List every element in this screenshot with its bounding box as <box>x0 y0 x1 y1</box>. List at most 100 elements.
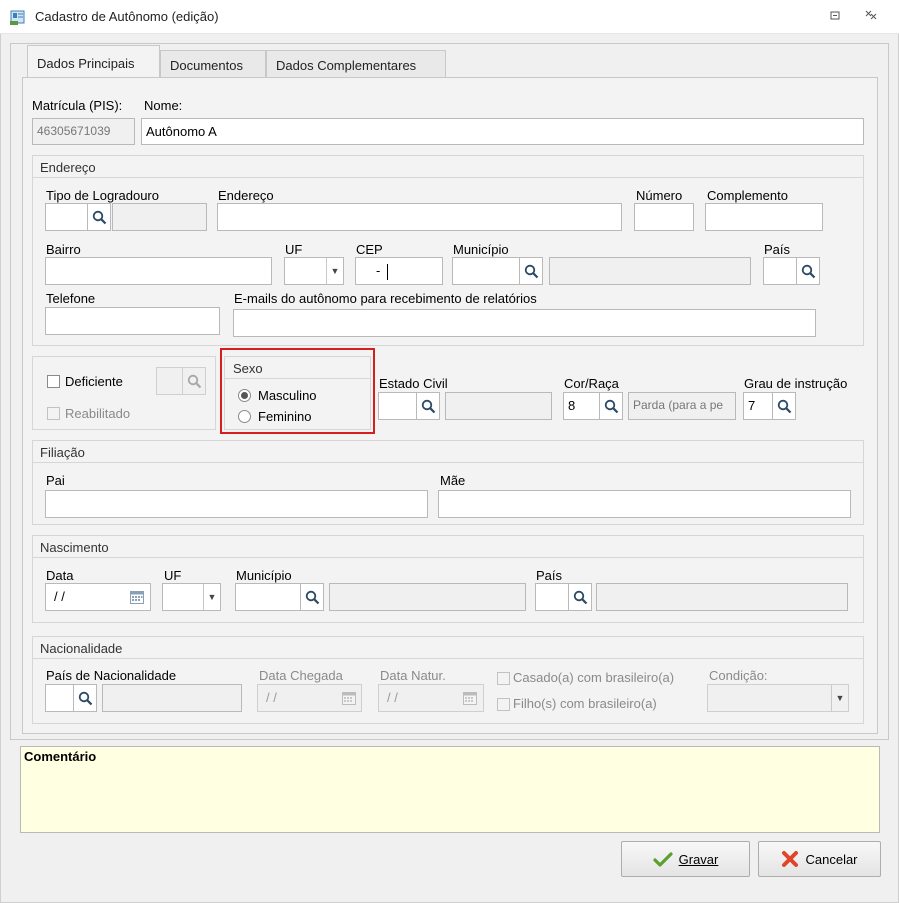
cep-label: CEP <box>356 242 383 257</box>
pais-nascimento-code[interactable] <box>535 583 569 611</box>
search-icon <box>305 590 319 604</box>
chevron-down-icon: ▼ <box>835 693 845 703</box>
search-icon <box>573 590 587 604</box>
uf-nascimento-dropdown-button[interactable]: ▼ <box>203 584 220 610</box>
search-icon <box>78 691 92 705</box>
deficiente-checkbox[interactable] <box>47 375 60 388</box>
uf-dropdown-button[interactable]: ▼ <box>326 258 343 284</box>
condicao-dropdown-button: ▼ <box>831 685 848 711</box>
data-natur-label: Data Natur. <box>380 668 446 683</box>
nome-label: Nome: <box>144 98 183 113</box>
search-icon <box>187 374 201 388</box>
uf-nascimento-label: UF <box>164 568 182 583</box>
estado-civil-search-button[interactable] <box>416 392 440 420</box>
filiacao-group-header: Filiação <box>33 441 863 463</box>
tab-label: Dados Complementares <box>276 58 417 73</box>
cor-raca-search-button[interactable] <box>599 392 623 420</box>
pais-nacionalidade-code[interactable] <box>45 684 74 712</box>
cor-raca-code[interactable]: 8 <box>563 392 600 420</box>
cancelar-button[interactable]: Cancelar <box>758 841 881 877</box>
search-icon <box>92 210 106 224</box>
cor-raca-desc: Parda (para a pe <box>628 392 736 420</box>
deficiencia-code <box>156 367 183 395</box>
pais-code[interactable] <box>763 257 797 285</box>
tab-dados-principais[interactable]: Dados Principais <box>27 45 160 77</box>
comentario-textarea[interactable]: Comentário <box>20 746 880 833</box>
municipio-nascimento-search-button[interactable] <box>300 583 324 611</box>
pais-nascimento-desc <box>596 583 848 611</box>
numero-label: Número <box>636 188 683 203</box>
municipio-label: Município <box>453 242 509 257</box>
window-title: Cadastro de Autônomo (edição) <box>35 9 219 24</box>
search-icon <box>421 399 435 413</box>
gravar-button[interactable]: Gravar <box>621 841 750 877</box>
text-cursor <box>387 263 389 280</box>
pai-field[interactable] <box>45 490 428 518</box>
telefone-field[interactable] <box>45 307 220 335</box>
cep-value: - <box>376 263 381 278</box>
highlight-box <box>220 348 375 434</box>
search-icon <box>524 264 538 278</box>
search-icon <box>604 399 618 413</box>
deficiente-label: Deficiente <box>65 374 123 389</box>
endereco-field[interactable] <box>217 203 622 231</box>
cancelar-label: Cancelar <box>805 851 858 867</box>
bairro-field[interactable] <box>45 257 272 285</box>
grau-instrucao-code[interactable]: 7 <box>743 392 773 420</box>
bairro-label: Bairro <box>46 242 81 257</box>
tab-label: Dados Principais <box>37 56 135 71</box>
check-icon <box>653 852 673 867</box>
municipio-nascimento-label: Município <box>236 568 292 583</box>
search-icon <box>777 399 791 413</box>
close-button[interactable] <box>862 9 880 24</box>
uf-nascimento-select[interactable]: ▼ <box>162 583 221 611</box>
nome-field[interactable]: Autônomo A <box>141 118 864 145</box>
comentario-label: Comentário <box>24 749 97 764</box>
grau-instrucao-search-button[interactable] <box>772 392 796 420</box>
tab-dados-complementares[interactable]: Dados Complementares <box>266 50 446 77</box>
pis-label: Matrícula (PIS): <box>32 98 123 113</box>
municipio-search-button[interactable] <box>519 257 543 285</box>
casado-brasileiro-label: Casado(a) com brasileiro(a) <box>513 670 675 685</box>
deficiencia-search-button <box>182 367 206 395</box>
pais-label: País <box>764 242 791 257</box>
pais-search-button[interactable] <box>796 257 820 285</box>
date-value: / / <box>387 690 398 705</box>
reabilitado-checkbox <box>47 407 60 420</box>
gravar-label: Gravar <box>678 851 719 867</box>
emails-field[interactable] <box>233 309 816 337</box>
municipio-nascimento-desc <box>329 583 526 611</box>
data-nascimento-field[interactable]: / / <box>45 583 151 611</box>
restore-icon <box>830 11 840 20</box>
mae-field[interactable] <box>438 490 851 518</box>
data-chegada-field: / / <box>257 684 362 712</box>
pis-field[interactable]: 46305671039 <box>32 118 135 145</box>
municipio-desc <box>549 257 751 285</box>
pais-nacionalidade-search-button[interactable] <box>73 684 97 712</box>
tab-label: Documentos <box>170 58 243 73</box>
municipio-code[interactable] <box>452 257 520 285</box>
telefone-label: Telefone <box>46 291 96 306</box>
numero-field[interactable] <box>634 203 694 231</box>
complemento-label: Complemento <box>707 188 788 203</box>
municipio-nascimento-code[interactable] <box>235 583 301 611</box>
filhos-brasileiro-label: Filho(s) com brasileiro(a) <box>513 696 657 711</box>
complemento-field[interactable] <box>705 203 823 231</box>
restore-button[interactable] <box>826 9 844 24</box>
calendar-button[interactable] <box>126 584 148 610</box>
tipo-logradouro-code[interactable] <box>45 203 88 231</box>
nacionalidade-group-header: Nacionalidade <box>33 637 863 659</box>
pai-label: Pai <box>46 473 65 488</box>
tipo-logradouro-search-button[interactable] <box>87 203 111 231</box>
date-value: / / <box>54 589 65 604</box>
estado-civil-code[interactable] <box>378 392 417 420</box>
cep-field[interactable]: - <box>355 257 443 285</box>
pais-nascimento-search-button[interactable] <box>568 583 592 611</box>
uf-select[interactable]: ▼ <box>284 257 344 285</box>
tipo-logradouro-desc <box>112 203 207 231</box>
filhos-brasileiro-checkbox <box>497 698 510 711</box>
data-nascimento-label: Data <box>46 568 74 583</box>
reabilitado-label: Reabilitado <box>65 406 131 421</box>
tab-documentos[interactable]: Documentos <box>160 50 266 77</box>
condicao-label: Condição: <box>709 668 768 683</box>
